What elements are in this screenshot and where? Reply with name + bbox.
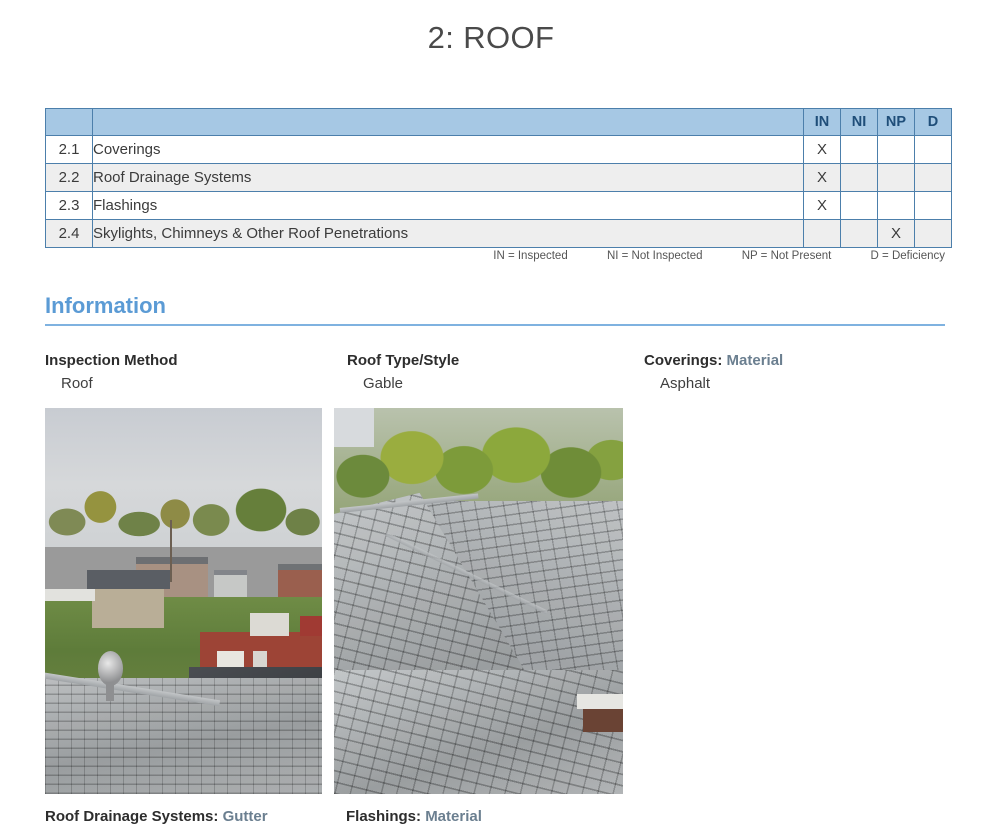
info-label-text: Coverings: [644,352,723,369]
info-label-text: Inspection Method [45,352,178,369]
legend-np: NP = Not Present [741,250,832,262]
photo-roof-overview[interactable] [45,408,322,794]
header-number-col [45,108,93,136]
row-mark-ni [840,135,878,164]
wall-behind-gutter [582,709,623,733]
info-field-coverings-material: Coverings: Material Asphalt [644,350,944,396]
table-row[interactable]: 2.1 Coverings X [45,135,952,164]
legend-ni: NI = Not Inspected [606,250,703,262]
info-label: Coverings: Material [644,350,944,372]
row-mark-np [877,191,915,220]
row-mark-np [877,135,915,164]
page-title: 2: ROOF [427,20,555,55]
row-mark-d [914,219,952,248]
foreground-shingle-field [334,670,623,794]
table-legend: IN = Inspected NI = Not Inspected NP = N… [45,250,945,262]
row-number: 2.2 [45,163,93,192]
information-heading: Information [45,293,166,318]
row-mark-in: X [803,163,841,192]
caption-label: Flashings: [346,808,422,825]
row-mark-d [914,163,952,192]
header-d: D [914,108,952,136]
parked-car [299,616,322,636]
roof-summary-table: IN NI NP D 2.1 Coverings X 2.2 Roof Drai… [45,108,952,248]
house-gray-right [213,569,248,598]
white-shed [249,612,289,636]
info-label-qualifier: Material [726,352,784,369]
turbine-vent [97,651,123,686]
info-field-inspection-method: Inspection Method Roof [45,350,325,396]
row-name: Roof Drainage Systems [92,163,804,192]
row-mark-in [803,219,841,248]
row-mark-np: X [877,219,915,248]
table-row[interactable]: 2.4 Skylights, Chimneys & Other Roof Pen… [45,219,952,248]
info-value: Gable [363,375,404,392]
sky-gap [334,408,375,447]
detached-garage-roof [86,570,170,590]
gutter-fascia [576,693,623,710]
table-header-row: IN NI NP D [45,108,952,136]
carport-canopy [45,589,95,601]
header-np: NP [877,108,915,136]
caption-flashings: Flashings: Material [346,808,482,825]
header-in: IN [803,108,841,136]
row-mark-np [877,163,915,192]
row-number: 2.3 [45,191,93,220]
info-label: Roof Type/Style [347,350,627,372]
table-row[interactable]: 2.3 Flashings X [45,191,952,220]
photo-roof-overview-content [45,408,322,794]
row-mark-ni [840,163,878,192]
caption-qualifier: Gutter [222,808,268,825]
row-mark-d [914,135,952,164]
row-mark-d [914,191,952,220]
row-name: Skylights, Chimneys & Other Roof Penetra… [92,219,804,248]
photo-roof-shingles-closeup-content [334,408,623,794]
row-mark-ni [840,219,878,248]
caption-roof-drainage-systems: Roof Drainage Systems: Gutter [45,808,268,825]
bottom-captions: Roof Drainage Systems: Gutter Flashings:… [45,808,950,832]
info-label-text: Roof Type/Style [347,352,460,369]
row-mark-in: X [803,191,841,220]
info-value: Roof [61,375,93,392]
row-mark-ni [840,191,878,220]
information-divider [45,324,945,326]
row-mark-in: X [803,135,841,164]
header-ni: NI [840,108,878,136]
row-name: Coverings [92,135,804,164]
turbine-vent-base [105,682,115,702]
information-fields: Inspection Method Roof Roof Type/Style G… [45,350,950,398]
utility-pole [169,519,172,583]
caption-qualifier: Material [425,808,482,825]
row-number: 2.4 [45,219,93,248]
photo-roof-shingles-closeup[interactable] [334,408,623,794]
info-value: Asphalt [660,375,711,392]
caption-label: Roof Drainage Systems: [45,808,219,825]
info-label: Inspection Method [45,350,325,372]
row-name: Flashings [92,191,804,220]
header-item-col [92,108,804,136]
info-field-roof-type-style: Roof Type/Style Gable [347,350,627,396]
legend-in: IN = Inspected [493,250,568,262]
table-row[interactable]: 2.2 Roof Drainage Systems X [45,163,952,192]
row-number: 2.1 [45,135,93,164]
legend-d: D = Deficiency [870,250,945,262]
